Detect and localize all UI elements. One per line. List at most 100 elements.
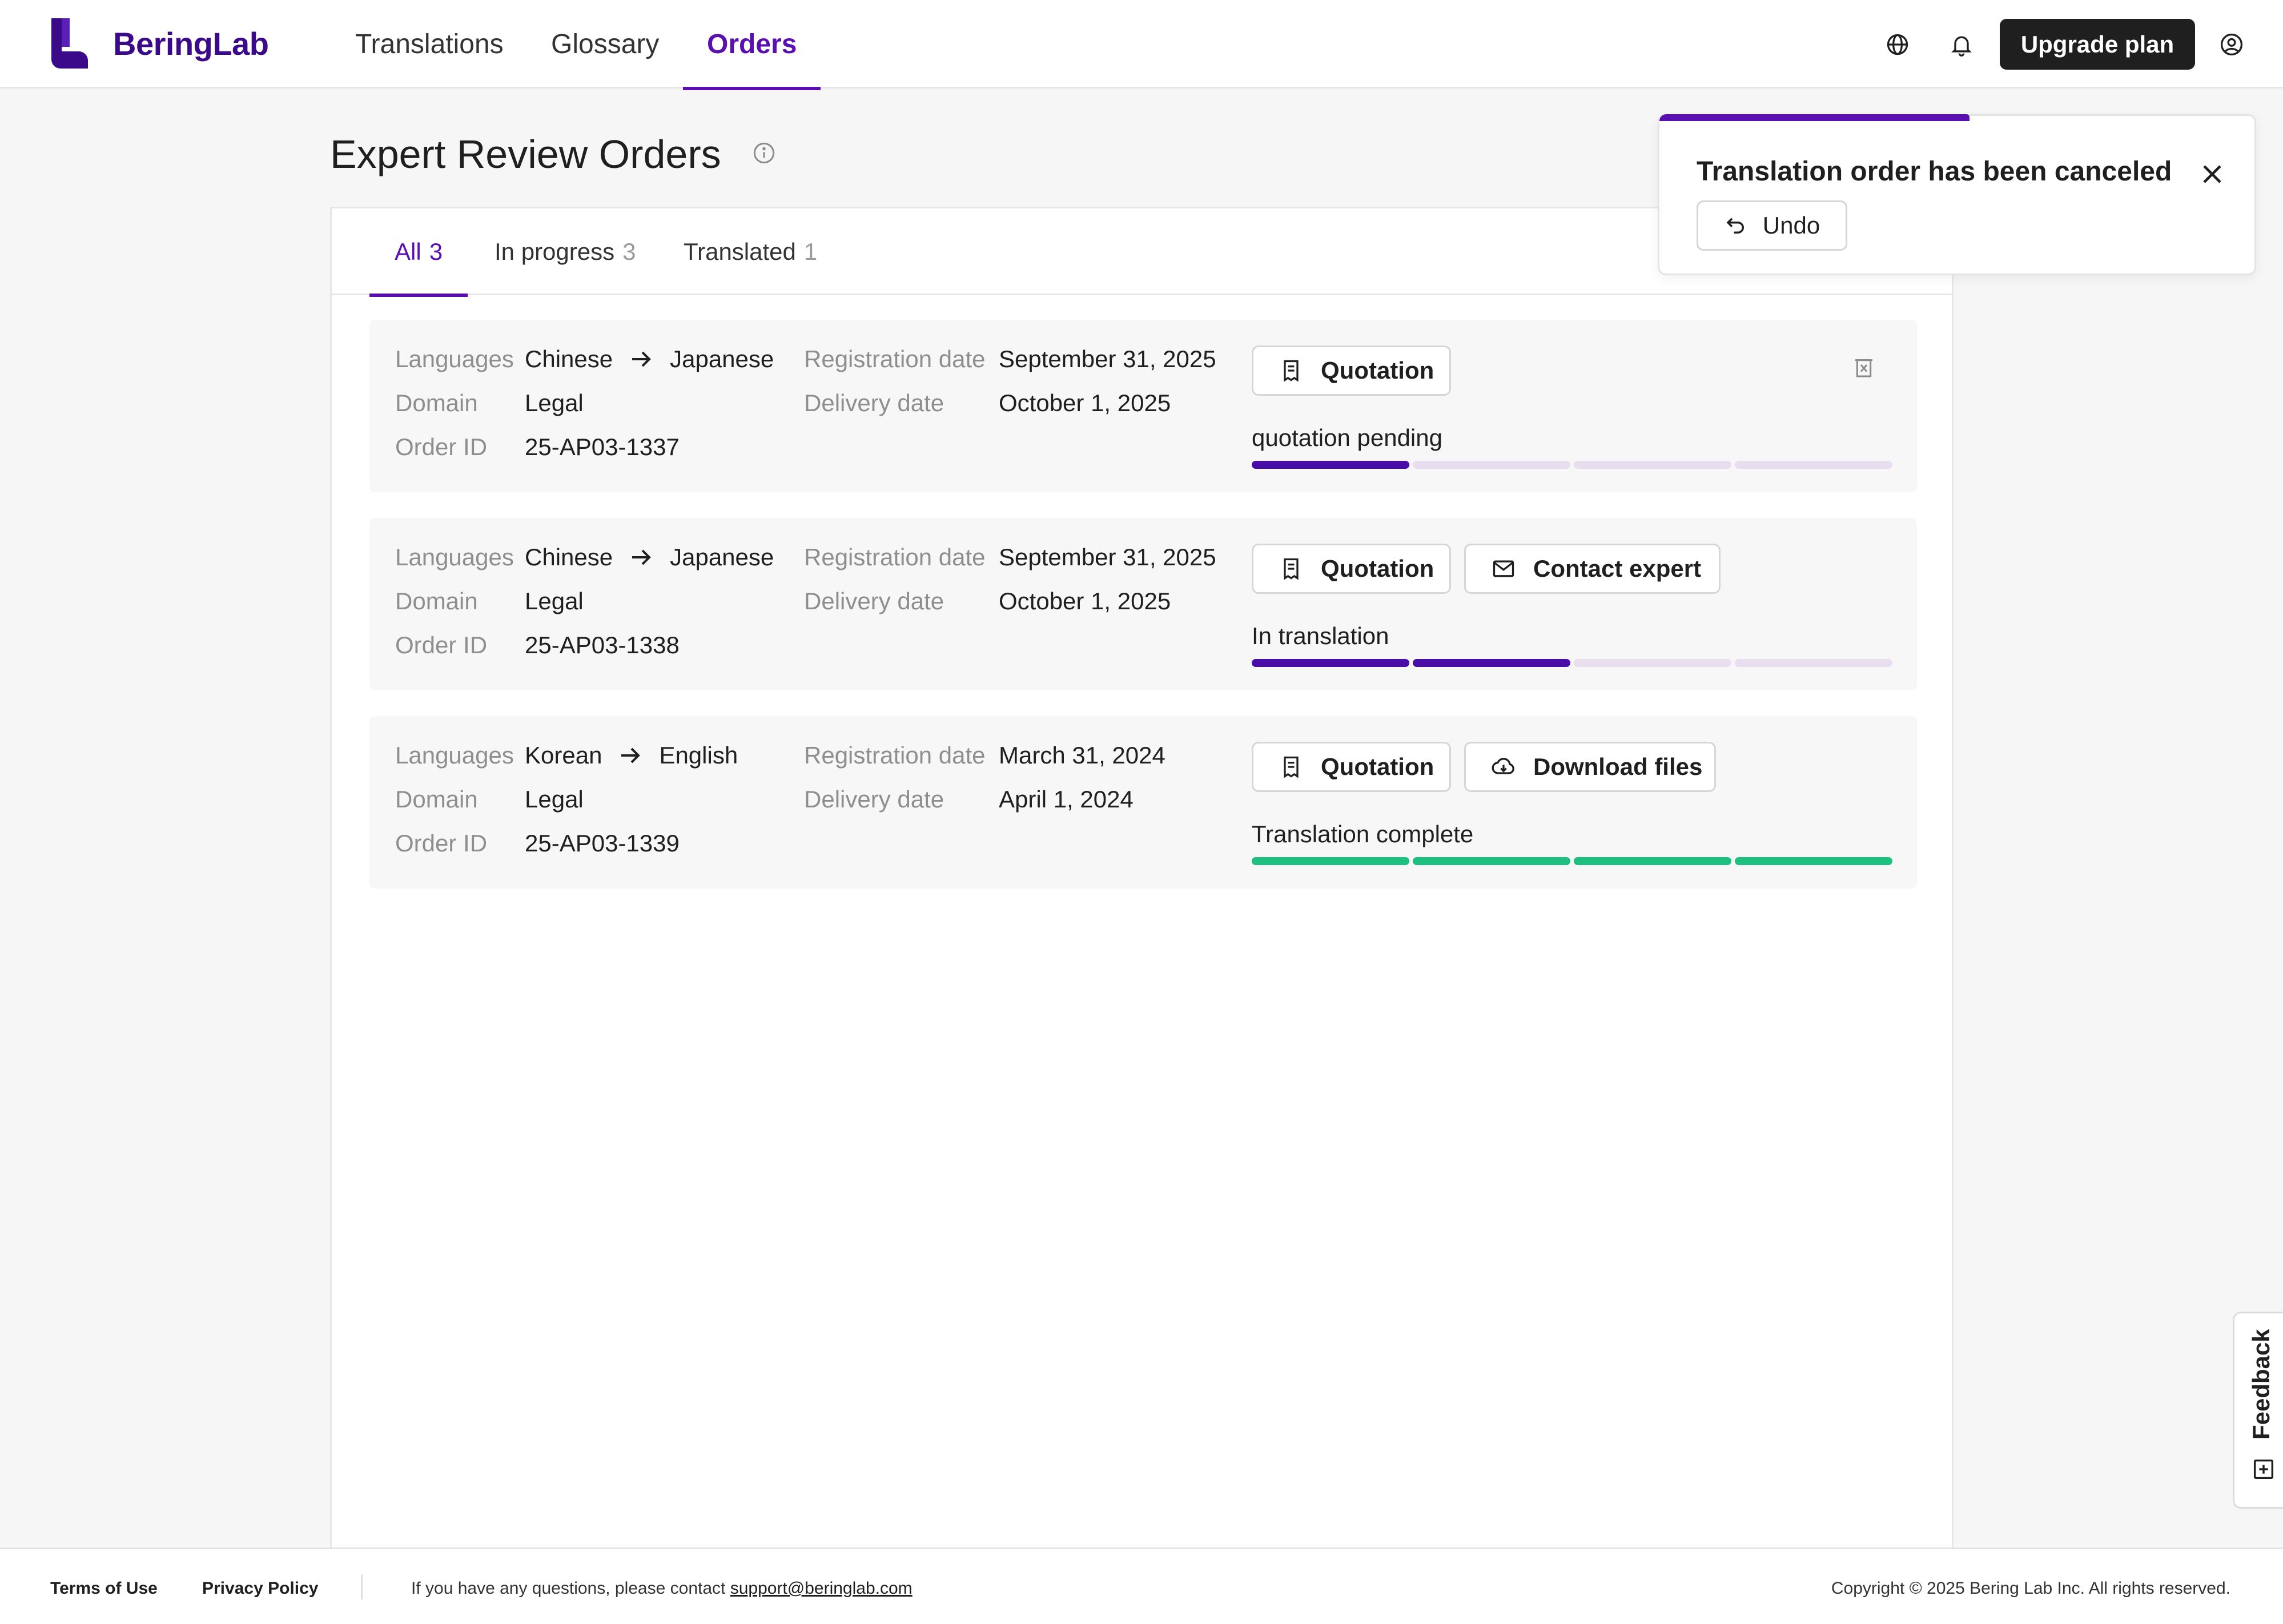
privacy-policy-link[interactable]: Privacy Policy — [202, 1579, 318, 1598]
undo-icon — [1726, 218, 1744, 234]
brand-logo[interactable]: BeringLab — [49, 17, 269, 70]
progress-segment — [1252, 659, 1409, 667]
receipt-icon — [1284, 558, 1299, 580]
mail-icon — [1493, 560, 1514, 577]
language-pair: Chinese Japanese — [525, 544, 774, 571]
contact-expert-button-label: Contact expert — [1533, 555, 1702, 582]
delivery-date-value: October 1, 2025 — [999, 389, 1171, 416]
progress-segment — [1252, 857, 1409, 865]
feedback-tab[interactable]: Feedback — [2233, 1312, 2283, 1509]
cloud-download-icon — [1492, 758, 1514, 774]
support-email-link[interactable]: support@beringlab.com — [730, 1579, 913, 1598]
toast-timer-bar — [1659, 114, 1970, 121]
order-id-label: Order ID — [395, 433, 488, 460]
quotation-button[interactable]: Quotation — [1252, 742, 1451, 792]
registration-date-label: Registration date — [804, 345, 986, 372]
progress-bar — [1252, 659, 1892, 667]
delete-order-icon[interactable] — [1852, 356, 1875, 379]
delivery-date-label: Delivery date — [804, 588, 944, 614]
download-files-button-label: Download files — [1533, 753, 1703, 780]
languages-label: Languages — [395, 544, 514, 570]
brand-name: BeringLab — [113, 25, 269, 62]
terms-of-use-link[interactable]: Terms of Use — [50, 1579, 158, 1598]
arrow-right-icon — [621, 747, 641, 763]
registration-date-label: Registration date — [804, 544, 986, 570]
domain-value: Legal — [525, 786, 584, 813]
progress-segment — [1413, 857, 1570, 865]
quotation-button[interactable]: Quotation — [1252, 345, 1451, 396]
target-language: Japanese — [670, 544, 774, 570]
order-id-value: 25-AP03-1339 — [525, 830, 680, 857]
nav-orders[interactable]: Orders — [683, 0, 821, 90]
order-card: Languages Chinese Japanese Domain Legal … — [369, 320, 1917, 492]
progress-segment — [1735, 659, 1892, 667]
receipt-icon — [1284, 360, 1299, 382]
registration-date-label: Registration date — [804, 742, 986, 769]
account-button[interactable] — [2214, 27, 2249, 62]
nav-glossary[interactable]: Glossary — [551, 0, 659, 89]
upgrade-plan-button[interactable]: Upgrade plan — [2000, 19, 2195, 70]
undo-button[interactable]: Undo — [1697, 200, 1847, 251]
delivery-date-label: Delivery date — [804, 389, 944, 416]
language-button[interactable] — [1880, 27, 1915, 62]
nav-active-indicator — [683, 87, 821, 90]
tab-all-label: All — [395, 238, 421, 265]
target-language: English — [659, 742, 738, 769]
order-status: quotation pending — [1252, 424, 1442, 451]
source-language: Korean — [525, 742, 602, 769]
order-card: Languages Chinese Japanese Domain Legal … — [369, 518, 1917, 690]
quotation-button-label: Quotation — [1321, 753, 1434, 780]
orders-panel: All 3 In progress 3 Translated 1 Languag… — [330, 207, 1954, 1549]
nav-glossary-label: Glossary — [551, 29, 660, 59]
close-icon[interactable] — [2196, 158, 2228, 190]
domain-label: Domain — [395, 389, 478, 416]
progress-segment — [1574, 659, 1731, 667]
delivery-date-value: October 1, 2025 — [999, 588, 1171, 614]
source-language: Chinese — [525, 345, 613, 372]
delivery-date-value: April 1, 2024 — [999, 786, 1134, 813]
toast-message: Translation order has been canceled — [1697, 156, 2172, 187]
progress-segment — [1574, 857, 1731, 865]
progress-segment — [1735, 857, 1892, 865]
beringlab-logo-icon — [51, 18, 88, 69]
footer-contact: If you have any questions, please contac… — [411, 1579, 913, 1598]
delivery-date-label: Delivery date — [804, 786, 944, 813]
order-card: Languages Korean English Domain Legal Or… — [369, 716, 1917, 889]
contact-expert-button[interactable]: Contact expert — [1464, 544, 1721, 594]
progress-segment — [1413, 461, 1570, 469]
notifications-button[interactable] — [1944, 27, 1979, 62]
progress-bar — [1252, 857, 1892, 865]
progress-segment — [1574, 461, 1731, 469]
top-header: BeringLab Translations Glossary Orders U… — [0, 0, 2283, 90]
language-pair: Korean English — [525, 742, 738, 769]
receipt-icon — [1284, 756, 1299, 778]
download-files-button[interactable]: Download files — [1464, 742, 1716, 792]
info-icon[interactable] — [753, 142, 775, 164]
nav-orders-label: Orders — [707, 29, 797, 59]
page-footer: Terms of Use Privacy Policy If you have … — [0, 1547, 2283, 1624]
copyright-text: Copyright © 2025 Bering Lab Inc. All rig… — [1831, 1579, 2230, 1598]
domain-label: Domain — [395, 588, 478, 614]
nav-translations[interactable]: Translations — [355, 0, 504, 89]
registration-date-value: March 31, 2024 — [999, 742, 1165, 769]
tab-in-progress[interactable]: In progress 3 — [495, 208, 636, 295]
quotation-button-label: Quotation — [1321, 357, 1434, 384]
tab-active-indicator — [369, 294, 468, 297]
add-comment-icon — [2253, 1459, 2274, 1480]
nav-translations-label: Translations — [355, 29, 504, 59]
arrow-right-icon — [632, 351, 651, 367]
order-id-value: 25-AP03-1338 — [525, 632, 680, 658]
quotation-button[interactable]: Quotation — [1252, 544, 1451, 594]
language-pair: Chinese Japanese — [525, 345, 774, 373]
order-id-label: Order ID — [395, 830, 488, 857]
source-language: Chinese — [525, 544, 613, 570]
footer-divider — [361, 1574, 363, 1599]
page-title: Expert Review Orders — [330, 132, 721, 176]
domain-value: Legal — [525, 389, 584, 416]
order-id-value: 25-AP03-1337 — [525, 433, 680, 460]
tab-translated[interactable]: Translated 1 — [684, 208, 817, 295]
languages-label: Languages — [395, 345, 514, 372]
tab-all[interactable]: All 3 — [369, 208, 468, 297]
footer-contact-text: If you have any questions, please contac… — [411, 1579, 730, 1598]
tab-all-count: 3 — [429, 238, 443, 265]
